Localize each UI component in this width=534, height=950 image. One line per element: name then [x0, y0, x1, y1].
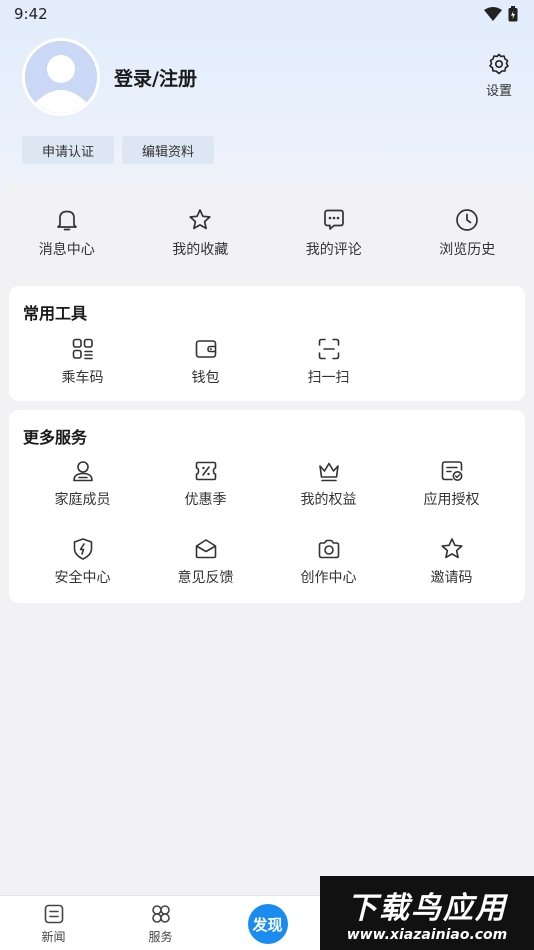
tools-card: 常用工具 乘车码 钱包 扫一扫	[9, 286, 525, 401]
wallet-label: 钱包	[191, 370, 220, 386]
apply-verification-button[interactable]: 申请认证	[22, 136, 115, 164]
discount-season-label: 优惠季	[184, 492, 227, 508]
edit-profile-button[interactable]: 编辑资料	[122, 136, 215, 164]
ride-code-button[interactable]: 乘车码	[21, 336, 144, 387]
app-authorization-label: 应用授权	[423, 492, 480, 508]
settings-button[interactable]: 设置	[486, 52, 512, 99]
grid-clover-icon	[151, 905, 170, 923]
services-card: 更多服务 家庭成员 优惠季 我的权益 应用授权 安全中心 意见反馈 创作中心 邀…	[9, 410, 525, 603]
nav-discover[interactable]: 发现	[214, 896, 321, 950]
ride-code-label: 乘车码	[61, 370, 104, 386]
profile-actions: 申请认证 编辑资料	[22, 136, 215, 164]
tools-title: 常用工具	[23, 304, 88, 323]
nav-news-label: 新闻	[41, 930, 66, 944]
security-center-button[interactable]: 安全中心	[21, 536, 144, 587]
status-icons	[484, 6, 518, 22]
avatar-placeholder-icon	[25, 41, 97, 113]
scan-icon	[318, 338, 339, 360]
nav-news[interactable]: 新闻	[0, 896, 107, 950]
battery-icon	[508, 6, 518, 22]
family-members-label: 家庭成员	[54, 492, 111, 508]
message-center-label: 消息中心	[38, 242, 95, 258]
scan-button[interactable]: 扫一扫	[267, 336, 390, 387]
comment-icon	[323, 209, 344, 230]
wifi-icon	[484, 7, 502, 21]
feedback-button[interactable]: 意见反馈	[144, 536, 267, 587]
nav-services-label: 服务	[148, 930, 173, 944]
profile-section[interactable]: 登录/注册	[22, 38, 197, 116]
browse-history-button[interactable]: 浏览历史	[401, 207, 534, 267]
favorites-button[interactable]: 我的收藏	[134, 207, 268, 267]
camera-icon	[318, 539, 339, 559]
status-bar: 9:42	[0, 0, 534, 28]
star-icon	[189, 209, 211, 230]
invite-code-label: 邀请码	[430, 570, 473, 586]
shield-icon	[73, 538, 92, 560]
status-time: 9:42	[14, 5, 48, 23]
wallet-icon	[195, 340, 216, 358]
services-title: 更多服务	[23, 428, 88, 447]
my-benefits-label: 我的权益	[300, 492, 357, 508]
qr-code-icon	[72, 338, 93, 360]
services-row-1: 家庭成员 优惠季 我的权益 应用授权	[21, 458, 513, 509]
tools-row: 乘车码 钱包 扫一扫	[21, 336, 513, 387]
my-benefits-button[interactable]: 我的权益	[267, 458, 390, 509]
bell-icon	[56, 210, 77, 231]
browse-history-label: 浏览历史	[439, 242, 496, 258]
news-icon	[44, 904, 63, 924]
family-members-button[interactable]: 家庭成员	[21, 458, 144, 509]
app-authorization-button[interactable]: 应用授权	[390, 458, 513, 509]
wallet-button[interactable]: 钱包	[144, 336, 267, 387]
my-comments-button[interactable]: 我的评论	[267, 207, 401, 267]
creator-center-label: 创作中心	[300, 570, 357, 586]
envelope-icon	[195, 539, 216, 559]
creator-center-button[interactable]: 创作中心	[267, 536, 390, 587]
login-register-link[interactable]: 登录/注册	[114, 64, 197, 91]
discount-season-button[interactable]: 优惠季	[144, 458, 267, 509]
coupon-icon	[195, 461, 216, 481]
services-row-2: 安全中心 意见反馈 创作中心 邀请码	[21, 536, 513, 587]
invite-code-button[interactable]: 邀请码	[390, 536, 513, 587]
discover-button[interactable]: 发现	[247, 904, 288, 944]
main-panel: 消息中心 我的收藏 我的评论 浏览历史 常用工具 乘车码 钱包 扫一扫 更多服务…	[0, 185, 534, 895]
watermark-title: 下载鸟应用	[347, 891, 507, 926]
settings-label: 设置	[485, 84, 512, 99]
watermark-url: www.xiazainiao.com	[346, 927, 508, 943]
feedback-label: 意见反馈	[177, 570, 234, 586]
avatar[interactable]	[22, 38, 100, 116]
gear-icon	[489, 53, 509, 75]
person-icon	[72, 461, 93, 482]
crown-icon	[318, 462, 339, 482]
watermark-logo: 下载鸟应用 www.xiazainiao.com	[320, 876, 534, 950]
quick-actions: 消息中心 我的收藏 我的评论 浏览历史	[0, 207, 534, 267]
security-center-label: 安全中心	[54, 570, 111, 586]
favorites-label: 我的收藏	[172, 242, 229, 258]
authorize-icon	[441, 461, 462, 481]
star-outline-icon	[440, 538, 463, 559]
message-center-button[interactable]: 消息中心	[0, 207, 134, 267]
scan-label: 扫一扫	[307, 370, 350, 386]
clock-icon	[456, 209, 479, 231]
nav-services[interactable]: 服务	[107, 896, 214, 950]
my-comments-label: 我的评论	[305, 242, 362, 258]
